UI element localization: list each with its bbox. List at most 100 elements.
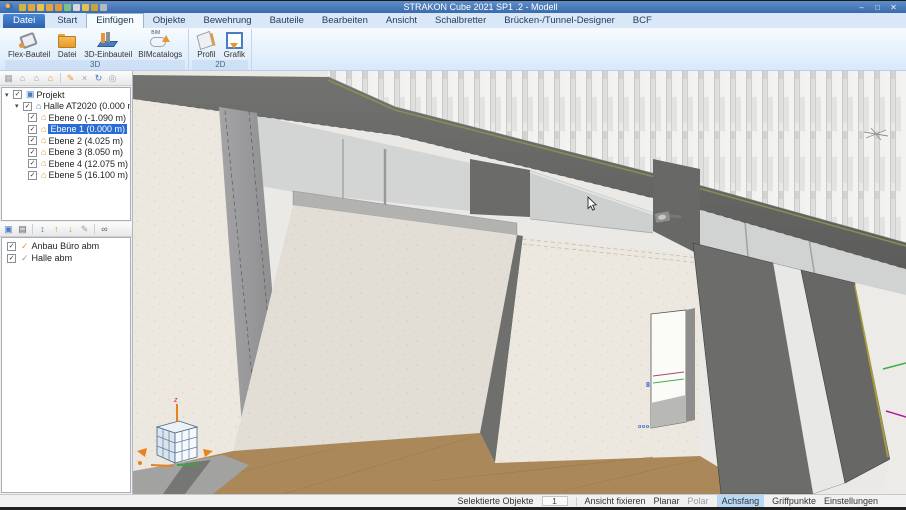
achsfang-button[interactable]: Achsfang xyxy=(716,495,765,507)
window-title: STRAKON Cube 2021 SP1 .2 - Modell xyxy=(403,2,558,12)
parts-list-icon[interactable]: ▤ xyxy=(16,223,29,236)
model-viewport[interactable]: 8 ooo z xyxy=(133,71,906,494)
einstellungen-button[interactable]: Einstellungen xyxy=(824,496,878,506)
tab-objekte[interactable]: Objekte xyxy=(144,14,195,28)
checkbox[interactable]: ✓ xyxy=(28,124,37,134)
einbauteil-3d-button[interactable]: 3D-Einbauteil xyxy=(81,29,135,60)
ribbon-group-3d: Flex-Bauteil Datei 3D-Einbauteil BIM BIM… xyxy=(2,29,190,70)
level-icon: ⌂ xyxy=(41,112,47,123)
tab-bcf[interactable]: BCF xyxy=(624,14,661,28)
planar-button[interactable]: Planar xyxy=(654,496,680,506)
checkbox[interactable]: ✓ xyxy=(28,136,37,146)
level-up-icon[interactable]: ⌂ xyxy=(16,72,29,85)
minimize-button[interactable]: – xyxy=(854,2,869,13)
expander-icon[interactable]: ▾ xyxy=(15,102,23,110)
tab-start[interactable]: Start xyxy=(48,14,86,28)
checkbox[interactable]: ✓ xyxy=(23,101,32,111)
add-part-icon[interactable]: ▣ xyxy=(2,223,15,236)
group-label-2d: 2D xyxy=(192,60,249,70)
qat-folder-icon[interactable] xyxy=(46,3,53,11)
sidebar: ▦ ⌂ ⌂ ⌂ ✎ × ↻ ◎ ▾ ✓ ▣ Projekt ▾ ✓ ⌂ Hall… xyxy=(0,71,133,494)
qat-new-icon[interactable] xyxy=(19,3,26,11)
tree-item-ebene-4[interactable]: ✓ ⌂ Ebene 4 (12.075 m) xyxy=(2,158,130,170)
checkbox[interactable]: ✓ xyxy=(28,170,37,180)
building-icon: ⌂ xyxy=(36,100,42,111)
delete-icon[interactable]: × xyxy=(78,72,91,85)
tab-bearbeiten[interactable]: Bearbeiten xyxy=(313,14,377,28)
qat-folder2-icon[interactable] xyxy=(55,3,62,11)
bim-cloud-icon: BIM xyxy=(149,30,171,49)
unlink-icon[interactable]: ∞ xyxy=(98,223,111,236)
polar-button[interactable]: Polar xyxy=(688,496,709,506)
app-logo-icon[interactable] xyxy=(5,3,13,11)
parts-toolbar: ▣ ▤ ↕ ↑ ↓ ✎ ∞ xyxy=(0,222,132,237)
z-axis-label: z xyxy=(173,397,178,404)
tab-ansicht[interactable]: Ansicht xyxy=(377,14,426,28)
edit-icon[interactable]: ✎ xyxy=(64,72,77,85)
checkbox[interactable]: ✓ xyxy=(13,90,22,100)
profil-button[interactable]: Profil xyxy=(192,29,220,60)
selected-objects-label: Selektierte Objekte xyxy=(457,496,534,506)
tree-item-ebene-0[interactable]: ✓ ⌂ Ebene 0 (-1.090 m) xyxy=(2,112,130,124)
tree-toolbar: ▦ ⌂ ⌂ ⌂ ✎ × ↻ ◎ xyxy=(0,71,132,86)
move-down-icon[interactable]: ↓ xyxy=(64,223,77,236)
components-icon[interactable]: ▦ xyxy=(2,72,15,85)
level-up-2-icon[interactable]: ⌂ xyxy=(30,72,43,85)
tree-item-halle[interactable]: ▾ ✓ ⌂ Halle AT2020 (0.000 m) xyxy=(2,101,130,113)
grafik-button[interactable]: Grafik xyxy=(220,29,248,60)
flex-part-icon xyxy=(18,31,40,49)
titlebar: STRAKON Cube 2021 SP1 .2 - Modell – □ ✕ xyxy=(0,1,906,13)
check-icon: ✓ xyxy=(21,240,29,251)
tree-item-ebene-3[interactable]: ✓ ⌂ Ebene 3 (8.050 m) xyxy=(2,147,130,159)
qat-open-icon[interactable] xyxy=(28,3,35,11)
level-icon: ⌂ xyxy=(41,169,47,180)
checkbox[interactable]: ✓ xyxy=(28,113,37,123)
datei-3d-button[interactable]: Datei xyxy=(53,29,81,60)
tab-einfuegen[interactable]: Einfügen xyxy=(86,13,144,28)
checkbox[interactable]: ✓ xyxy=(28,147,37,157)
move-up-icon[interactable]: ↑ xyxy=(50,223,63,236)
sort-icon[interactable]: ↕ xyxy=(36,223,49,236)
restore-button[interactable]: □ xyxy=(870,2,885,13)
tree-item-ebene-2[interactable]: ✓ ⌂ Ebene 2 (4.025 m) xyxy=(2,135,130,147)
home-level-icon[interactable]: ⌂ xyxy=(44,72,57,85)
qat-sync-icon[interactable] xyxy=(64,3,71,11)
level-icon: ⌂ xyxy=(41,135,47,146)
qat-stamp-icon[interactable] xyxy=(82,3,89,11)
model-canvas[interactable]: 8 ooo z xyxy=(133,71,906,494)
tab-bauteile[interactable]: Bauteile xyxy=(261,14,313,28)
tree-item-projekt[interactable]: ▾ ✓ ▣ Projekt xyxy=(2,89,130,101)
tab-datei[interactable]: Datei xyxy=(3,14,46,28)
statusbar-separator xyxy=(575,496,577,506)
griffpunkte-button[interactable]: Griffpunkte xyxy=(772,496,816,506)
checkbox[interactable]: ✓ xyxy=(7,241,16,251)
qat-undo-icon[interactable] xyxy=(100,3,107,11)
flex-bauteil-button[interactable]: Flex-Bauteil xyxy=(5,29,53,60)
qat-cut-icon[interactable] xyxy=(73,3,80,11)
check-icon: ✓ xyxy=(21,252,29,263)
level-icon: ⌂ xyxy=(41,123,47,134)
tree-item-ebene-5[interactable]: ✓ ⌂ Ebene 5 (16.100 m) xyxy=(2,170,130,182)
ribbon-tabrow: Datei Start Einfügen Objekte Bewehrung B… xyxy=(0,13,906,28)
tree-item-ebene-1[interactable]: ✓ ⌂ Ebene 1 (0.000 m) xyxy=(2,124,130,136)
checkbox[interactable]: ✓ xyxy=(28,159,37,169)
close-button[interactable]: ✕ xyxy=(886,2,901,13)
bimcatalogs-button[interactable]: BIM BIMcatalogs xyxy=(135,29,185,60)
profile-icon xyxy=(195,31,217,49)
list-item-halle[interactable]: ✓ ✓ Halle abm xyxy=(2,252,130,264)
selected-objects-count: 1 xyxy=(541,496,568,506)
level-icon: ⌂ xyxy=(41,158,47,169)
checkbox[interactable]: ✓ xyxy=(7,253,16,263)
refresh-icon[interactable]: ↻ xyxy=(92,72,105,85)
tab-bruecken-tunnel-designer[interactable]: Brücken-/Tunnel-Designer xyxy=(495,14,624,28)
list-item-anbau-buero[interactable]: ✓ ✓ Anbau Büro abm xyxy=(2,240,130,252)
qat-save-icon[interactable] xyxy=(37,3,44,11)
tab-schalbretter[interactable]: Schalbretter xyxy=(426,14,495,28)
ansicht-fixieren-button[interactable]: Ansicht fixieren xyxy=(585,496,646,506)
expander-icon[interactable]: ▾ xyxy=(5,91,13,99)
sphere-icon[interactable]: ◎ xyxy=(106,72,119,85)
edit-part-icon[interactable]: ✎ xyxy=(78,223,91,236)
tab-bewehrung[interactable]: Bewehrung xyxy=(195,14,261,28)
project-cube-icon: ▣ xyxy=(26,89,35,100)
qat-mark-icon[interactable] xyxy=(91,3,98,11)
